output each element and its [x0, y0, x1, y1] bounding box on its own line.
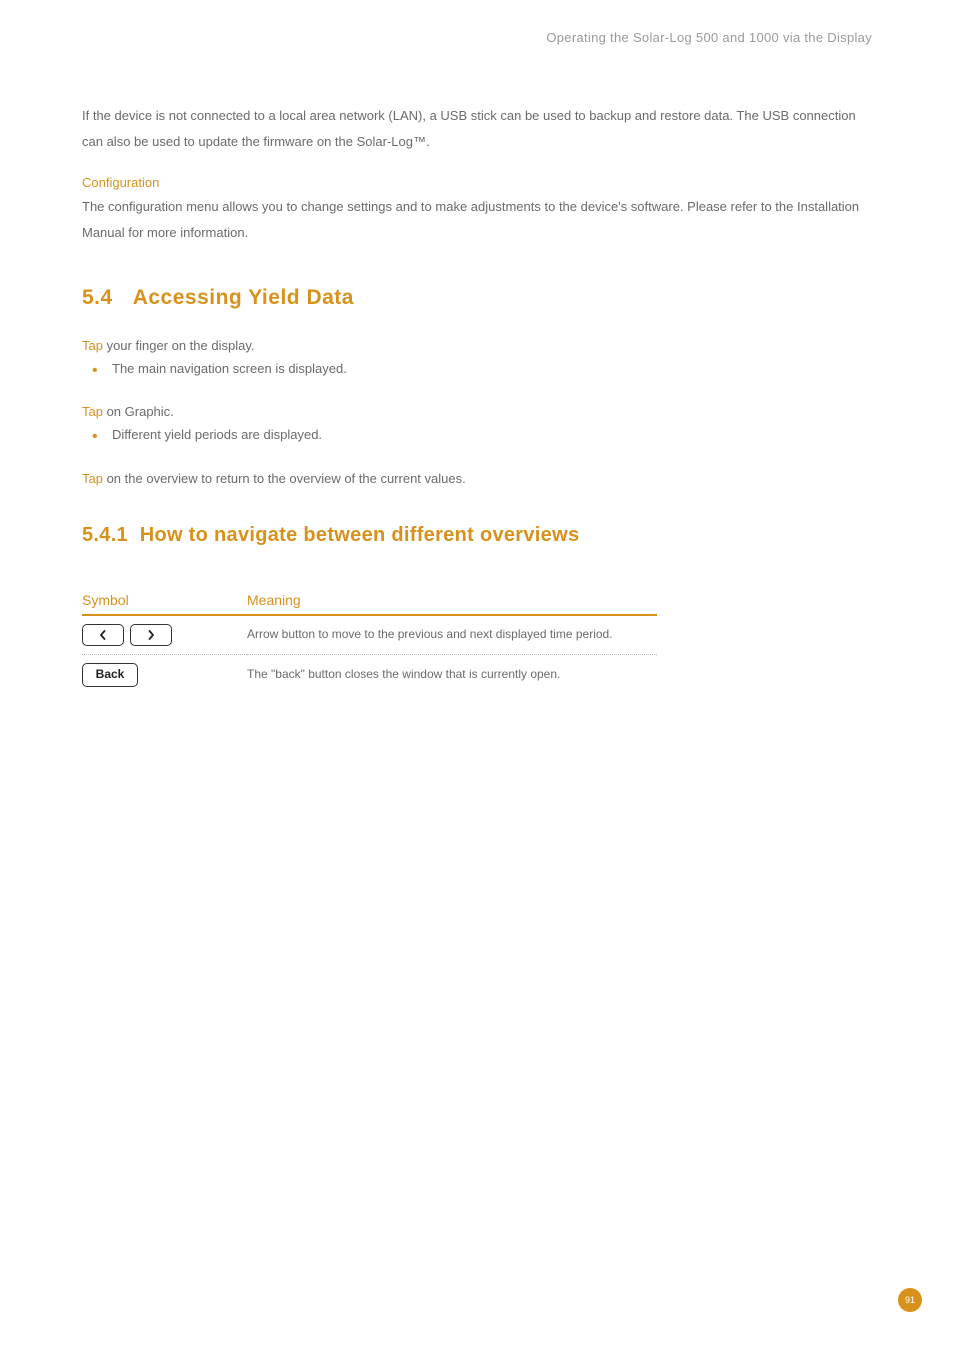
tap-instruction-2: Tap on Graphic.: [82, 404, 872, 419]
tap-text: on Graphic.: [103, 404, 174, 419]
section-number: 5.4: [82, 286, 113, 310]
tap-instruction-3: Tap on the overview to return to the ove…: [82, 471, 872, 486]
table-row: Arrow button to move to the previous and…: [82, 615, 657, 655]
section-title: Accessing Yield Data: [133, 286, 354, 309]
tap-instruction-1: Tap your finger on the display.: [82, 338, 872, 353]
tap-text: on the overview to return to the overvie…: [103, 471, 466, 486]
tap-keyword: Tap: [82, 471, 103, 486]
page-number-badge: 91: [898, 1288, 922, 1312]
section-5-4-heading: 5.4 Accessing Yield Data: [82, 286, 872, 310]
intro-paragraph: If the device is not connected to a loca…: [82, 103, 872, 155]
next-arrow-button[interactable]: [130, 624, 172, 646]
symbol-cell-back: Back: [82, 654, 247, 695]
chevron-left-icon: [98, 630, 108, 640]
chevron-right-icon: [146, 630, 156, 640]
list-item: Different yield periods are displayed.: [82, 423, 872, 446]
meaning-cell: Arrow button to move to the previous and…: [247, 615, 657, 655]
symbol-meaning-table: Symbol Meaning Arrow button to move to: [82, 592, 657, 695]
subsection-title: How to navigate between different overvi…: [140, 524, 580, 546]
subsection-number: 5.4.1: [82, 524, 128, 546]
prev-arrow-button[interactable]: [82, 624, 124, 646]
running-header: Operating the Solar-Log 500 and 1000 via…: [82, 30, 872, 45]
table-header-symbol: Symbol: [82, 592, 247, 615]
config-paragraph: The configuration menu allows you to cha…: [82, 194, 872, 246]
back-button[interactable]: Back: [82, 663, 138, 687]
tap-text: your finger on the display.: [103, 338, 255, 353]
tap-keyword: Tap: [82, 338, 103, 353]
meaning-cell: The "back" button closes the window that…: [247, 654, 657, 695]
table-header-meaning: Meaning: [247, 592, 657, 615]
symbol-cell-arrows: [82, 615, 247, 655]
section-5-4-1-heading: 5.4.1 How to navigate between different …: [82, 524, 872, 547]
tap-keyword: Tap: [82, 404, 103, 419]
config-heading: Configuration: [82, 175, 872, 190]
list-item: The main navigation screen is displayed.: [82, 357, 872, 380]
table-row: Back The "back" button closes the window…: [82, 654, 657, 695]
bullet-list-1: The main navigation screen is displayed.: [82, 357, 872, 380]
bullet-list-2: Different yield periods are displayed.: [82, 423, 872, 446]
